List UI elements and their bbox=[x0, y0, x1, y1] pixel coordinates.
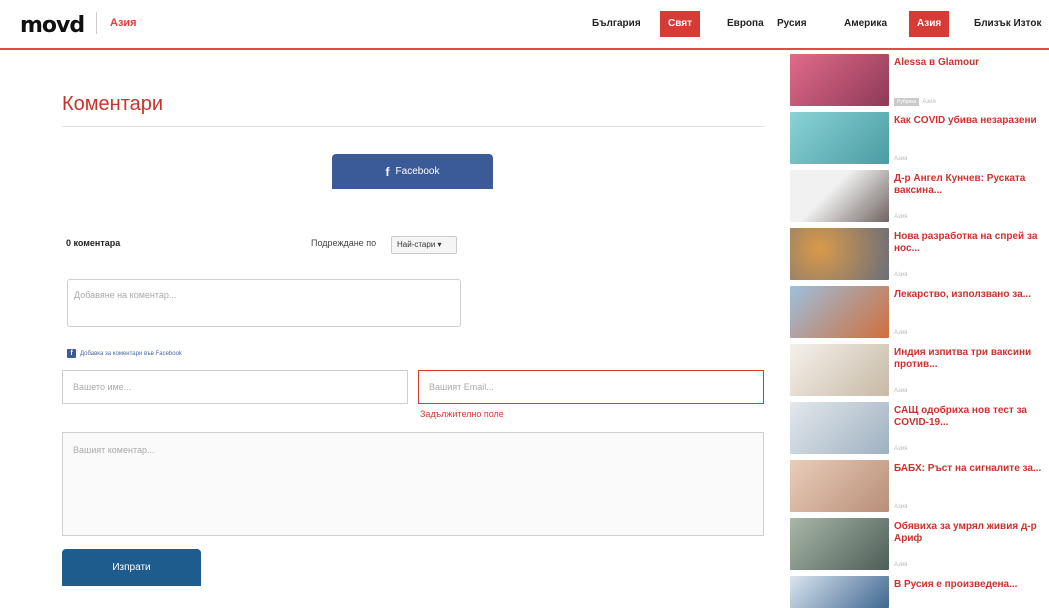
add-comment-input[interactable]: Добавяне на коментар... bbox=[67, 279, 461, 327]
top-navigation-bar: movd Азия България Свят Европа Русия Аме… bbox=[0, 0, 1049, 50]
section-label[interactable]: Азия bbox=[110, 17, 137, 29]
nav-item-asia[interactable]: Азия bbox=[909, 11, 950, 37]
sort-label: Подреждане по bbox=[311, 238, 377, 248]
news-thumbnail[interactable] bbox=[790, 170, 889, 222]
news-meta: Азия bbox=[894, 504, 908, 510]
nav-item-bulgaria[interactable]: България bbox=[584, 11, 649, 37]
chevron-down-icon: ▾ bbox=[437, 240, 442, 249]
comments-title: Коментари bbox=[62, 93, 164, 115]
sort-select-value: Най-стари bbox=[397, 240, 436, 249]
news-title[interactable]: Как COVID убива незаразени bbox=[894, 115, 1044, 127]
facebook-icon: f bbox=[67, 349, 76, 358]
news-thumbnail[interactable] bbox=[790, 576, 889, 608]
news-thumbnail[interactable] bbox=[790, 460, 889, 512]
comment-count: 0 коментара bbox=[66, 238, 121, 248]
news-meta: Рубрика Азия bbox=[894, 98, 936, 106]
logo-divider bbox=[96, 12, 97, 34]
news-meta: Азия bbox=[894, 272, 908, 278]
site-logo[interactable]: movd bbox=[20, 13, 85, 38]
facebook-comments-plugin-link[interactable]: f Добавка за коментари във Facebook bbox=[67, 349, 182, 358]
nav-item-middle-east[interactable]: Близък Изток bbox=[966, 11, 1049, 37]
news-thumbnail[interactable] bbox=[790, 518, 889, 570]
category-tag: Рубрика bbox=[894, 98, 920, 106]
news-title[interactable]: В Русия е произведена... bbox=[894, 579, 1044, 591]
news-meta: Азия bbox=[894, 214, 908, 220]
submit-button[interactable]: Изпрати bbox=[62, 549, 201, 586]
news-thumbnail[interactable] bbox=[790, 112, 889, 164]
news-title[interactable]: БАБХ: Ръст на сигналите за... bbox=[894, 463, 1044, 475]
nav-item-america[interactable]: Америка bbox=[836, 11, 895, 37]
message-textarea[interactable]: Вашият коментар... bbox=[62, 432, 764, 536]
news-title[interactable]: Д-р Ангел Кунчев: Руската ваксина... bbox=[894, 173, 1044, 197]
email-input[interactable]: Вашият Email... bbox=[418, 370, 764, 404]
news-meta: Азия bbox=[894, 446, 908, 452]
news-meta: Азия bbox=[894, 562, 908, 568]
name-input[interactable]: Вашето име... bbox=[62, 370, 408, 404]
nav-item-europe[interactable]: Европа bbox=[719, 11, 772, 37]
news-title[interactable]: Нова разработка на спрей за нос... bbox=[894, 231, 1044, 255]
nav-item-russia[interactable]: Русия bbox=[769, 11, 815, 37]
email-error-message: Задължително поле bbox=[420, 409, 504, 419]
news-title[interactable]: Лекарство, използвано за... bbox=[894, 289, 1044, 301]
news-meta: Азия bbox=[894, 330, 908, 336]
facebook-button-label: Facebook bbox=[395, 166, 440, 177]
news-title[interactable]: Обявиха за умрял живия д-р Ариф bbox=[894, 521, 1044, 545]
facebook-login-button[interactable]: f Facebook bbox=[332, 154, 493, 189]
news-title[interactable]: САЩ одобриха нов тест за COVID-19... bbox=[894, 405, 1044, 429]
news-thumbnail[interactable] bbox=[790, 54, 889, 106]
news-title[interactable]: Alessa в Glamour bbox=[894, 57, 1044, 69]
news-thumbnail[interactable] bbox=[790, 344, 889, 396]
news-meta: Азия bbox=[894, 156, 908, 162]
news-thumbnail[interactable] bbox=[790, 286, 889, 338]
facebook-icon: f bbox=[385, 164, 390, 179]
news-thumbnail[interactable] bbox=[790, 228, 889, 280]
news-meta: Азия bbox=[894, 388, 908, 394]
facebook-plugin-label: Добавка за коментари във Facebook bbox=[80, 350, 182, 357]
sort-select[interactable]: Най-стари ▾ bbox=[391, 236, 457, 254]
title-divider bbox=[62, 126, 765, 127]
news-title[interactable]: Индия изпитва три ваксини против... bbox=[894, 347, 1044, 371]
news-thumbnail[interactable] bbox=[790, 402, 889, 454]
nav-item-world[interactable]: Свят bbox=[660, 11, 700, 37]
